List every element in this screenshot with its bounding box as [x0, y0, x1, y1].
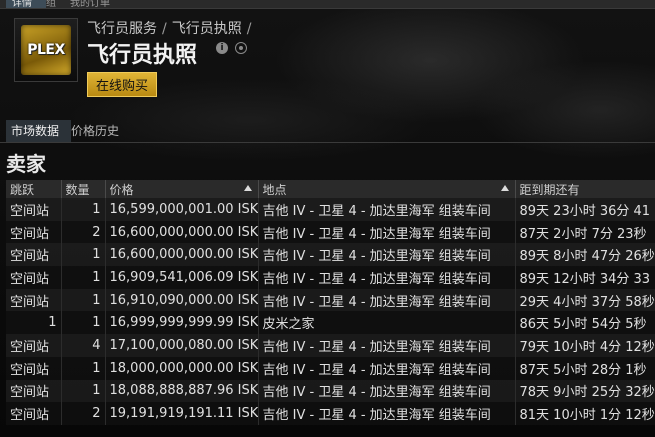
cell-expires: 79天 10小时 4分 12秒: [515, 334, 655, 357]
table-row[interactable]: 空间站 1 16,910,090,000.00 ISK 吉他 IV - 卫星 4 - …: [6, 288, 655, 312]
cell-price: 16,599,000,001.00 ISK: [105, 198, 259, 221]
cell-location: 吉他 IV - 卫星 4 - 加达里海军 组装车间: [258, 334, 516, 357]
cell-price: 16,600,000,000.00 ISK: [105, 220, 259, 244]
cell-price: 18,000,000,000.00 ISK: [105, 356, 259, 380]
table-row[interactable]: 空间站 1 16,600,000,000.00 ISK 吉他 IV - 卫星 4 - …: [6, 243, 655, 267]
buy-online-button[interactable]: 在线购买: [87, 72, 157, 97]
cell-quantity: 1: [61, 266, 106, 289]
cell-jumps: 空间站: [6, 288, 62, 312]
cell-expires: 81天 10小时 1分 12秒: [515, 402, 655, 425]
cell-quantity: 1: [61, 311, 106, 335]
cell-jumps: 空间站: [6, 198, 62, 221]
divider: [0, 142, 655, 143]
cell-expires: 89天 8小时 47分 26秒: [515, 243, 655, 267]
breadcrumb-pilot-license[interactable]: 飞行员执照: [172, 21, 242, 37]
column-header-jumps[interactable]: 跳跃: [6, 180, 62, 198]
tab-price-history[interactable]: 价格历史: [66, 120, 134, 142]
cell-expires: 29天 4小时 37分 58秒: [515, 288, 655, 312]
cell-jumps: 空间站: [6, 334, 62, 357]
cell-jumps: 空间站: [6, 243, 62, 267]
column-header-location-label: 地点: [262, 182, 287, 197]
breadcrumb-separator: /: [162, 21, 167, 37]
section-title-sellers: 卖家: [6, 152, 46, 176]
column-header-quantity[interactable]: 数量: [61, 180, 106, 198]
cell-location: 吉他 IV - 卫星 4 - 加达里海军 组装车间: [258, 288, 516, 312]
cell-quantity: 2: [61, 220, 106, 244]
table-row[interactable]: 空间站 4 17,100,000,080.00 ISK 吉他 IV - 卫星 4 - …: [6, 334, 655, 357]
item-icon-frame: PLEX: [14, 18, 78, 82]
cell-expires: 86天 5小时 54分 5秒: [515, 311, 655, 335]
tab-group[interactable]: 组: [46, 0, 56, 8]
table-row[interactable]: 1 1 16,999,999,999.99 ISK 皮米之家 86天 5小时 54分 5…: [6, 311, 655, 335]
cell-location: 皮米之家: [258, 311, 516, 335]
cell-location: 吉他 IV - 卫星 4 - 加达里海军 组装车间: [258, 198, 516, 221]
sort-ascending-icon: [500, 185, 509, 191]
breadcrumb-pilot-services[interactable]: 飞行员服务: [87, 21, 157, 37]
page-title: 飞行员执照: [87, 43, 198, 68]
cell-expires: 87天 5小时 28分 1秒: [515, 356, 655, 380]
sort-ascending-icon: [243, 185, 252, 191]
cell-location: 吉他 IV - 卫星 4 - 加达里海军 组装车间: [258, 356, 516, 380]
table-row[interactable]: 空间站 1 18,000,000,000.00 ISK 吉他 IV - 卫星 4 - …: [6, 356, 655, 380]
cell-jumps: 空间站: [6, 379, 62, 403]
cell-location: 吉他 IV - 卫星 4 - 加达里海军 组装车间: [258, 243, 516, 267]
cell-price: 17,100,000,080.00 ISK: [105, 334, 259, 357]
cell-expires: 89天 12小时 34分 33: [515, 266, 655, 289]
column-header-location[interactable]: 地点: [258, 180, 516, 198]
tab-my-orders[interactable]: 我的订单: [70, 0, 110, 8]
breadcrumb: 飞行员服务 / 飞行员执照 /: [87, 18, 256, 38]
cell-location: 吉他 IV - 卫星 4 - 加达里海军 组装车间: [258, 220, 516, 244]
top-tab-bar: 详情 组 我的订单: [0, 0, 655, 9]
column-header-expires[interactable]: 距到期还有: [515, 180, 655, 198]
cell-location: 吉他 IV - 卫星 4 - 加达里海军 组装车间: [258, 379, 516, 403]
cell-quantity: 2: [61, 402, 106, 425]
cell-price: 16,909,541,006.09 ISK: [105, 266, 259, 289]
cell-expires: 89天 23小时 36分 41: [515, 198, 655, 221]
breadcrumb-separator: /: [246, 21, 252, 37]
cell-jumps: 空间站: [6, 266, 62, 289]
plex-icon: PLEX: [21, 25, 71, 75]
cell-jumps: 空间站: [6, 220, 62, 244]
cell-price: 19,191,919,191.11 ISK: [105, 402, 259, 425]
cell-price: 16,600,000,000.00 ISK: [105, 243, 259, 267]
table-row[interactable]: 空间站 1 16,909,541,006.09 ISK 吉他 IV - 卫星 4 - …: [6, 266, 655, 289]
table-row[interactable]: 空间站 1 18,088,888,887.96 ISK 吉他 IV - 卫星 4 - …: [6, 379, 655, 403]
table-row[interactable]: 空间站 2 16,600,000,000.00 ISK 吉他 IV - 卫星 4 - …: [6, 220, 655, 244]
table-row[interactable]: 空间站 1 16,599,000,001.00 ISK 吉他 IV - 卫星 4 - …: [6, 198, 655, 221]
info-icon[interactable]: i: [216, 42, 228, 54]
cell-location: 吉他 IV - 卫星 4 - 加达里海军 组装车间: [258, 266, 516, 289]
column-header-price[interactable]: 价格: [105, 180, 259, 198]
column-header-price-label: 价格: [109, 182, 134, 197]
cell-expires: 78天 9小时 25分 32秒: [515, 379, 655, 403]
cell-jumps: 空间站: [6, 402, 62, 425]
cell-price: 16,999,999,999.99 ISK: [105, 311, 259, 335]
cell-quantity: 1: [61, 198, 106, 221]
cell-price: 18,088,888,887.96 ISK: [105, 379, 259, 403]
tab-market-data[interactable]: 市场数据: [6, 120, 71, 142]
cell-quantity: 4: [61, 334, 106, 357]
cell-expires: 87天 2小时 7分 23秒: [515, 220, 655, 244]
table-header-row: 跳跃 数量 价格 地点 距到期还有: [6, 180, 655, 198]
plex-icon-text: PLEX: [27, 42, 65, 58]
cell-location: 吉他 IV - 卫星 4 - 加达里海军 组装车间: [258, 402, 516, 425]
cell-jumps: 空间站: [6, 356, 62, 380]
sell-orders-table: 跳跃 数量 价格 地点 距到期还有 空间站 1 16,599,000,001.00 …: [6, 180, 655, 425]
cell-price: 16,910,090,000.00 ISK: [105, 288, 259, 312]
cell-quantity: 1: [61, 356, 106, 380]
cell-quantity: 1: [61, 379, 106, 403]
tab-details[interactable]: 详情: [6, 0, 46, 8]
cell-quantity: 1: [61, 288, 106, 312]
cell-jumps: 1: [6, 311, 62, 335]
cell-quantity: 1: [61, 243, 106, 267]
table-row[interactable]: 空间站 2 19,191,919,191.11 ISK 吉他 IV - 卫星 4 - …: [6, 402, 655, 425]
target-icon[interactable]: [235, 42, 247, 54]
